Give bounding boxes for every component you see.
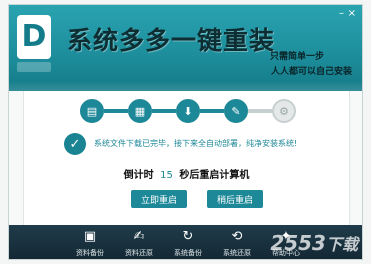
watermark-suffix: 下载 xyxy=(325,235,358,254)
countdown-text: 倒计时 15 秒后重启计算机 xyxy=(24,166,349,181)
toolbar-item-data-backup[interactable]: ▣ 资料备份 xyxy=(67,229,113,258)
restore-icon: ⟲ xyxy=(231,229,243,244)
check-icon: ✓ xyxy=(64,133,86,155)
app-logo: D xyxy=(17,15,51,59)
step-connector xyxy=(248,109,272,113)
minimize-button[interactable]: – xyxy=(339,9,344,19)
contacts-icon: ▣ xyxy=(83,229,97,244)
step-connector xyxy=(104,109,128,113)
refresh-icon: ↻ xyxy=(182,229,194,244)
toolbar-label: 资料备份 xyxy=(76,249,104,257)
slogan-line2: 人人都可以自己安装 xyxy=(270,67,352,77)
toolbar-item-data-restore[interactable]: ✍ 资料还原 xyxy=(116,229,162,258)
countdown-seconds: 15 xyxy=(160,170,173,181)
toolbar-item-system-restore[interactable]: ⟲ 系统还原 xyxy=(214,229,260,258)
step-download-icon: ⬇ xyxy=(176,99,200,123)
content-panel: ▤ ▦ ⬇ ✎ ⚙ ✓ 系统文件下载已完毕，接下来全自动部署，纯净安装系统! 倒… xyxy=(23,91,350,225)
step-connector xyxy=(200,109,224,113)
step-connector xyxy=(152,109,176,113)
toolbar-item-system-backup[interactable]: ↻ 系统备份 xyxy=(165,229,211,258)
logo-letter: D xyxy=(21,19,47,54)
status-message: 系统文件下载已完毕，接下来全自动部署，纯净安装系统! xyxy=(94,139,298,148)
toolbar-label: 资料还原 xyxy=(125,249,153,257)
close-button[interactable]: × xyxy=(348,9,356,19)
step-install-icon: ✎ xyxy=(224,99,248,123)
bottom-toolbar: ▣ 资料备份 ✍ 资料还原 ↻ 系统备份 ⟲ 系统还原 ✦ 帮助中心 2553下… xyxy=(9,225,362,259)
slogan-line1: 只需简单一步 xyxy=(269,52,324,62)
countdown-suffix: 秒后重启计算机 xyxy=(179,170,250,181)
countdown-prefix: 倒计时 xyxy=(123,170,154,181)
toolbar-label: 系统备份 xyxy=(174,249,202,257)
restart-later-button[interactable]: 稍后重启 xyxy=(207,190,263,208)
logo-badge xyxy=(17,62,51,72)
header: D 系统多多一键重装 只需简单一步 人人都可以自己安装 – × xyxy=(9,5,362,91)
restart-now-button[interactable]: 立即重启 xyxy=(131,190,187,208)
step-clipboard-icon: ▦ xyxy=(128,99,152,123)
toolbar-label: 系统还原 xyxy=(223,249,251,257)
watermark-number: 2553 xyxy=(270,231,326,255)
step-gear-icon: ⚙ xyxy=(272,99,296,123)
site-watermark: 2553下载 xyxy=(270,231,358,255)
record-icon: ✍ xyxy=(133,229,145,244)
installer-window: D 系统多多一键重装 只需简单一步 人人都可以自己安装 – × ▤ ▦ ⬇ ✎ … xyxy=(8,4,363,260)
progress-steps: ▤ ▦ ⬇ ✎ ⚙ xyxy=(80,99,302,123)
app-title: 系统多多一键重装 xyxy=(67,26,276,55)
step-document-icon: ▤ xyxy=(80,99,104,123)
